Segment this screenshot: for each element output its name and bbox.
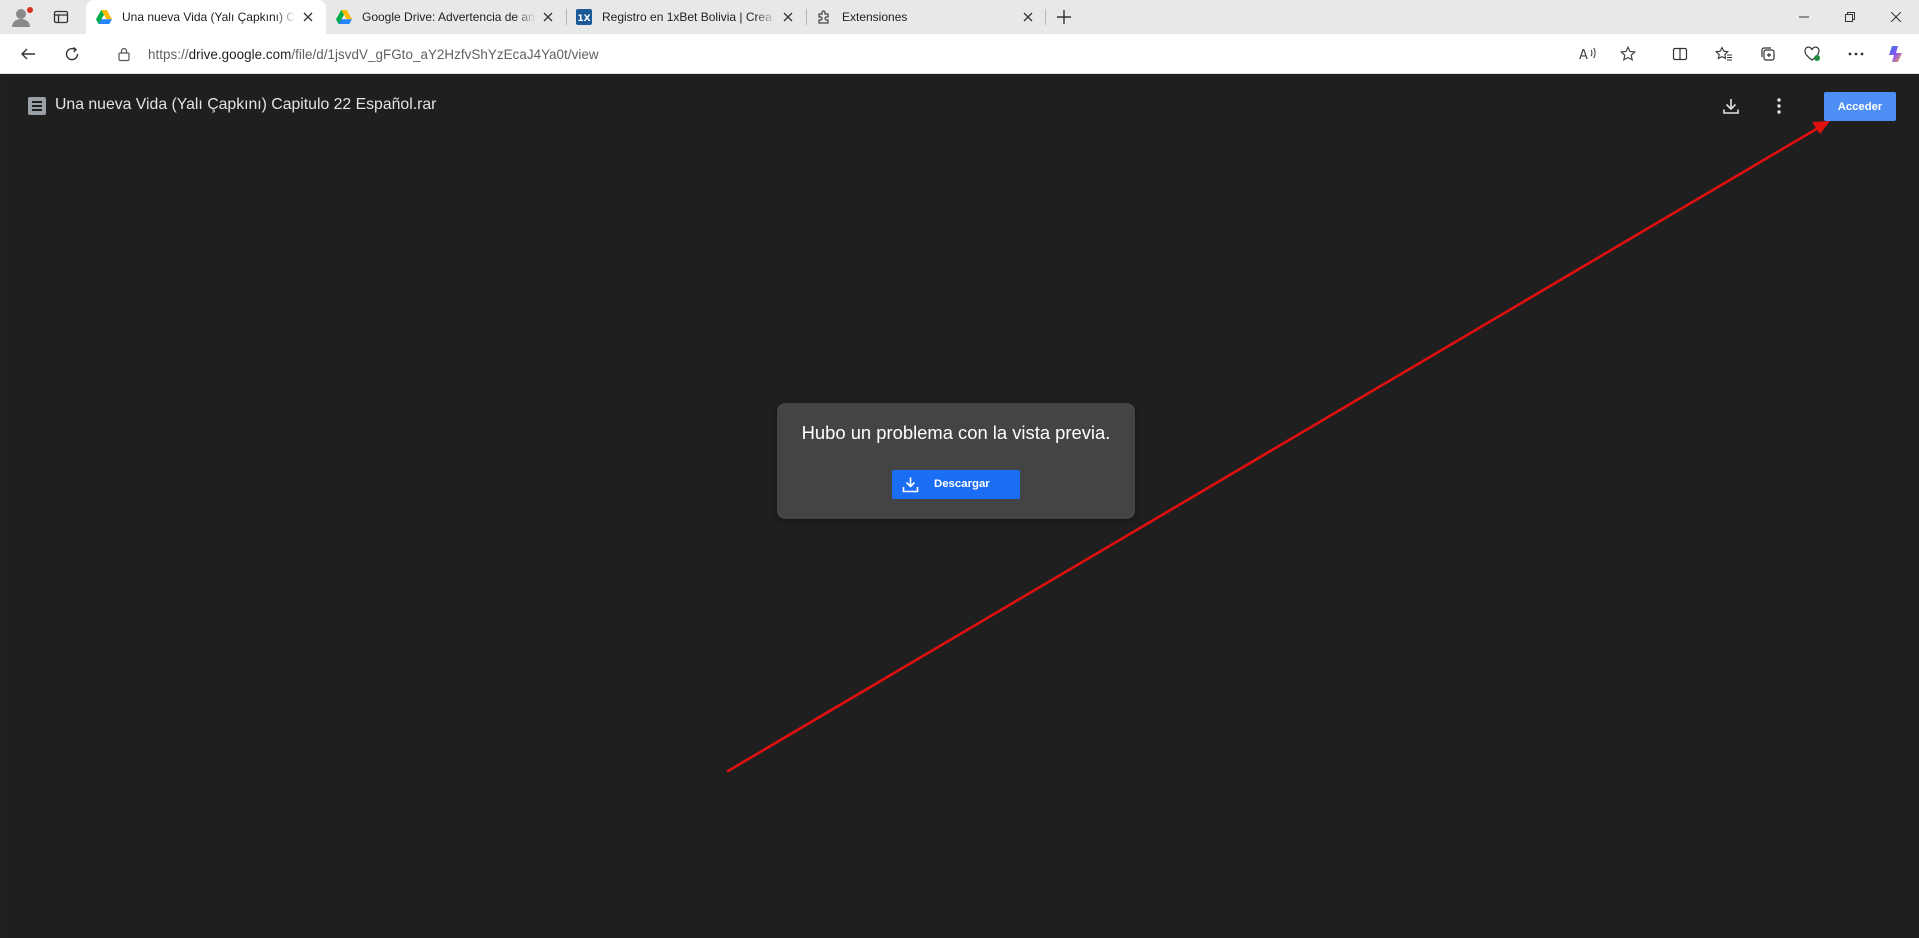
copilot-icon[interactable] xyxy=(1884,42,1908,66)
refresh-icon[interactable] xyxy=(60,42,84,66)
back-icon[interactable] xyxy=(16,42,40,66)
url-host: drive.google.com xyxy=(188,47,292,62)
favorite-star-icon[interactable] xyxy=(1616,42,1640,66)
split-screen-icon[interactable] xyxy=(1668,42,1692,66)
sign-in-button[interactable]: Acceder xyxy=(1824,92,1896,121)
read-aloud-icon[interactable]: A xyxy=(1576,42,1600,66)
tab-actions-icon[interactable] xyxy=(50,6,72,28)
tab-1xbet[interactable]: 1X Registro en 1xBet Bolivia | Crea tu c… xyxy=(566,0,806,34)
google-drive-icon xyxy=(336,9,352,25)
url-scheme: https:// xyxy=(148,47,189,62)
close-tab-icon[interactable] xyxy=(1020,9,1036,25)
more-actions-icon[interactable] xyxy=(1767,94,1791,118)
tab-title: Registro en 1xBet Bolivia | Crea tu cuen… xyxy=(602,10,776,24)
google-drive-icon xyxy=(96,9,112,25)
tab-extensiones[interactable]: Extensiones xyxy=(806,0,1046,34)
site-info-lock-icon[interactable] xyxy=(116,46,132,62)
download-icon[interactable] xyxy=(1719,94,1743,118)
tab-title: Extensiones xyxy=(842,10,908,24)
preview-error-message: Hubo un problema con la vista previa. xyxy=(801,422,1111,443)
tab-drive-file[interactable]: Una nueva Vida (Yalı Çapkını) Capitulo 2… xyxy=(86,0,326,34)
url-path: /file/d/1jsvdV_gFGto_aY2HzfvShYzEcaJ4Ya0… xyxy=(291,47,599,62)
url-text[interactable]: https://drive.google.com/file/d/1jsvdV_g… xyxy=(148,47,599,62)
more-options-icon[interactable] xyxy=(1844,42,1868,66)
puzzle-icon xyxy=(816,9,832,25)
download-button[interactable]: Descargar xyxy=(892,470,1020,499)
close-window-icon[interactable] xyxy=(1873,0,1919,34)
address-bar[interactable]: https://drive.google.com/file/d/1jsvdV_g… xyxy=(104,39,1648,69)
tab-title: Una nueva Vida (Yalı Çapkını) Capitulo 2… xyxy=(122,10,296,24)
browser-toolbar: https://drive.google.com/file/d/1jsvdV_g… xyxy=(0,34,1919,74)
tab-drive-warning[interactable]: Google Drive: Advertencia de análisis de… xyxy=(326,0,566,34)
new-tab-icon[interactable] xyxy=(1052,6,1076,28)
file-archive-icon xyxy=(28,97,46,115)
close-tab-icon[interactable] xyxy=(780,9,796,25)
svg-text:1X: 1X xyxy=(577,14,590,24)
download-button-label: Descargar xyxy=(934,478,990,490)
svg-text:A: A xyxy=(1579,48,1588,62)
browser-essentials-icon[interactable] xyxy=(1800,42,1824,66)
close-tab-icon[interactable] xyxy=(300,9,316,25)
tab-separator xyxy=(1045,9,1046,25)
close-tab-icon[interactable] xyxy=(540,9,556,25)
profile-avatar-icon[interactable] xyxy=(10,6,34,28)
download-icon xyxy=(902,476,919,493)
collections-icon[interactable] xyxy=(1756,42,1780,66)
preview-error-card: Hubo un problema con la vista previa. De… xyxy=(777,403,1135,519)
file-title: Una nueva Vida (Yalı Çapkını) Capitulo 2… xyxy=(55,96,437,113)
tab-title: Google Drive: Advertencia de análisis de… xyxy=(362,10,536,24)
minimize-icon[interactable] xyxy=(1781,0,1827,34)
1xbet-icon: 1X xyxy=(576,9,592,25)
tab-strip: Una nueva Vida (Yalı Çapkını) Capitulo 2… xyxy=(0,0,1919,34)
favorites-icon[interactable] xyxy=(1712,42,1736,66)
restore-icon[interactable] xyxy=(1827,0,1873,34)
